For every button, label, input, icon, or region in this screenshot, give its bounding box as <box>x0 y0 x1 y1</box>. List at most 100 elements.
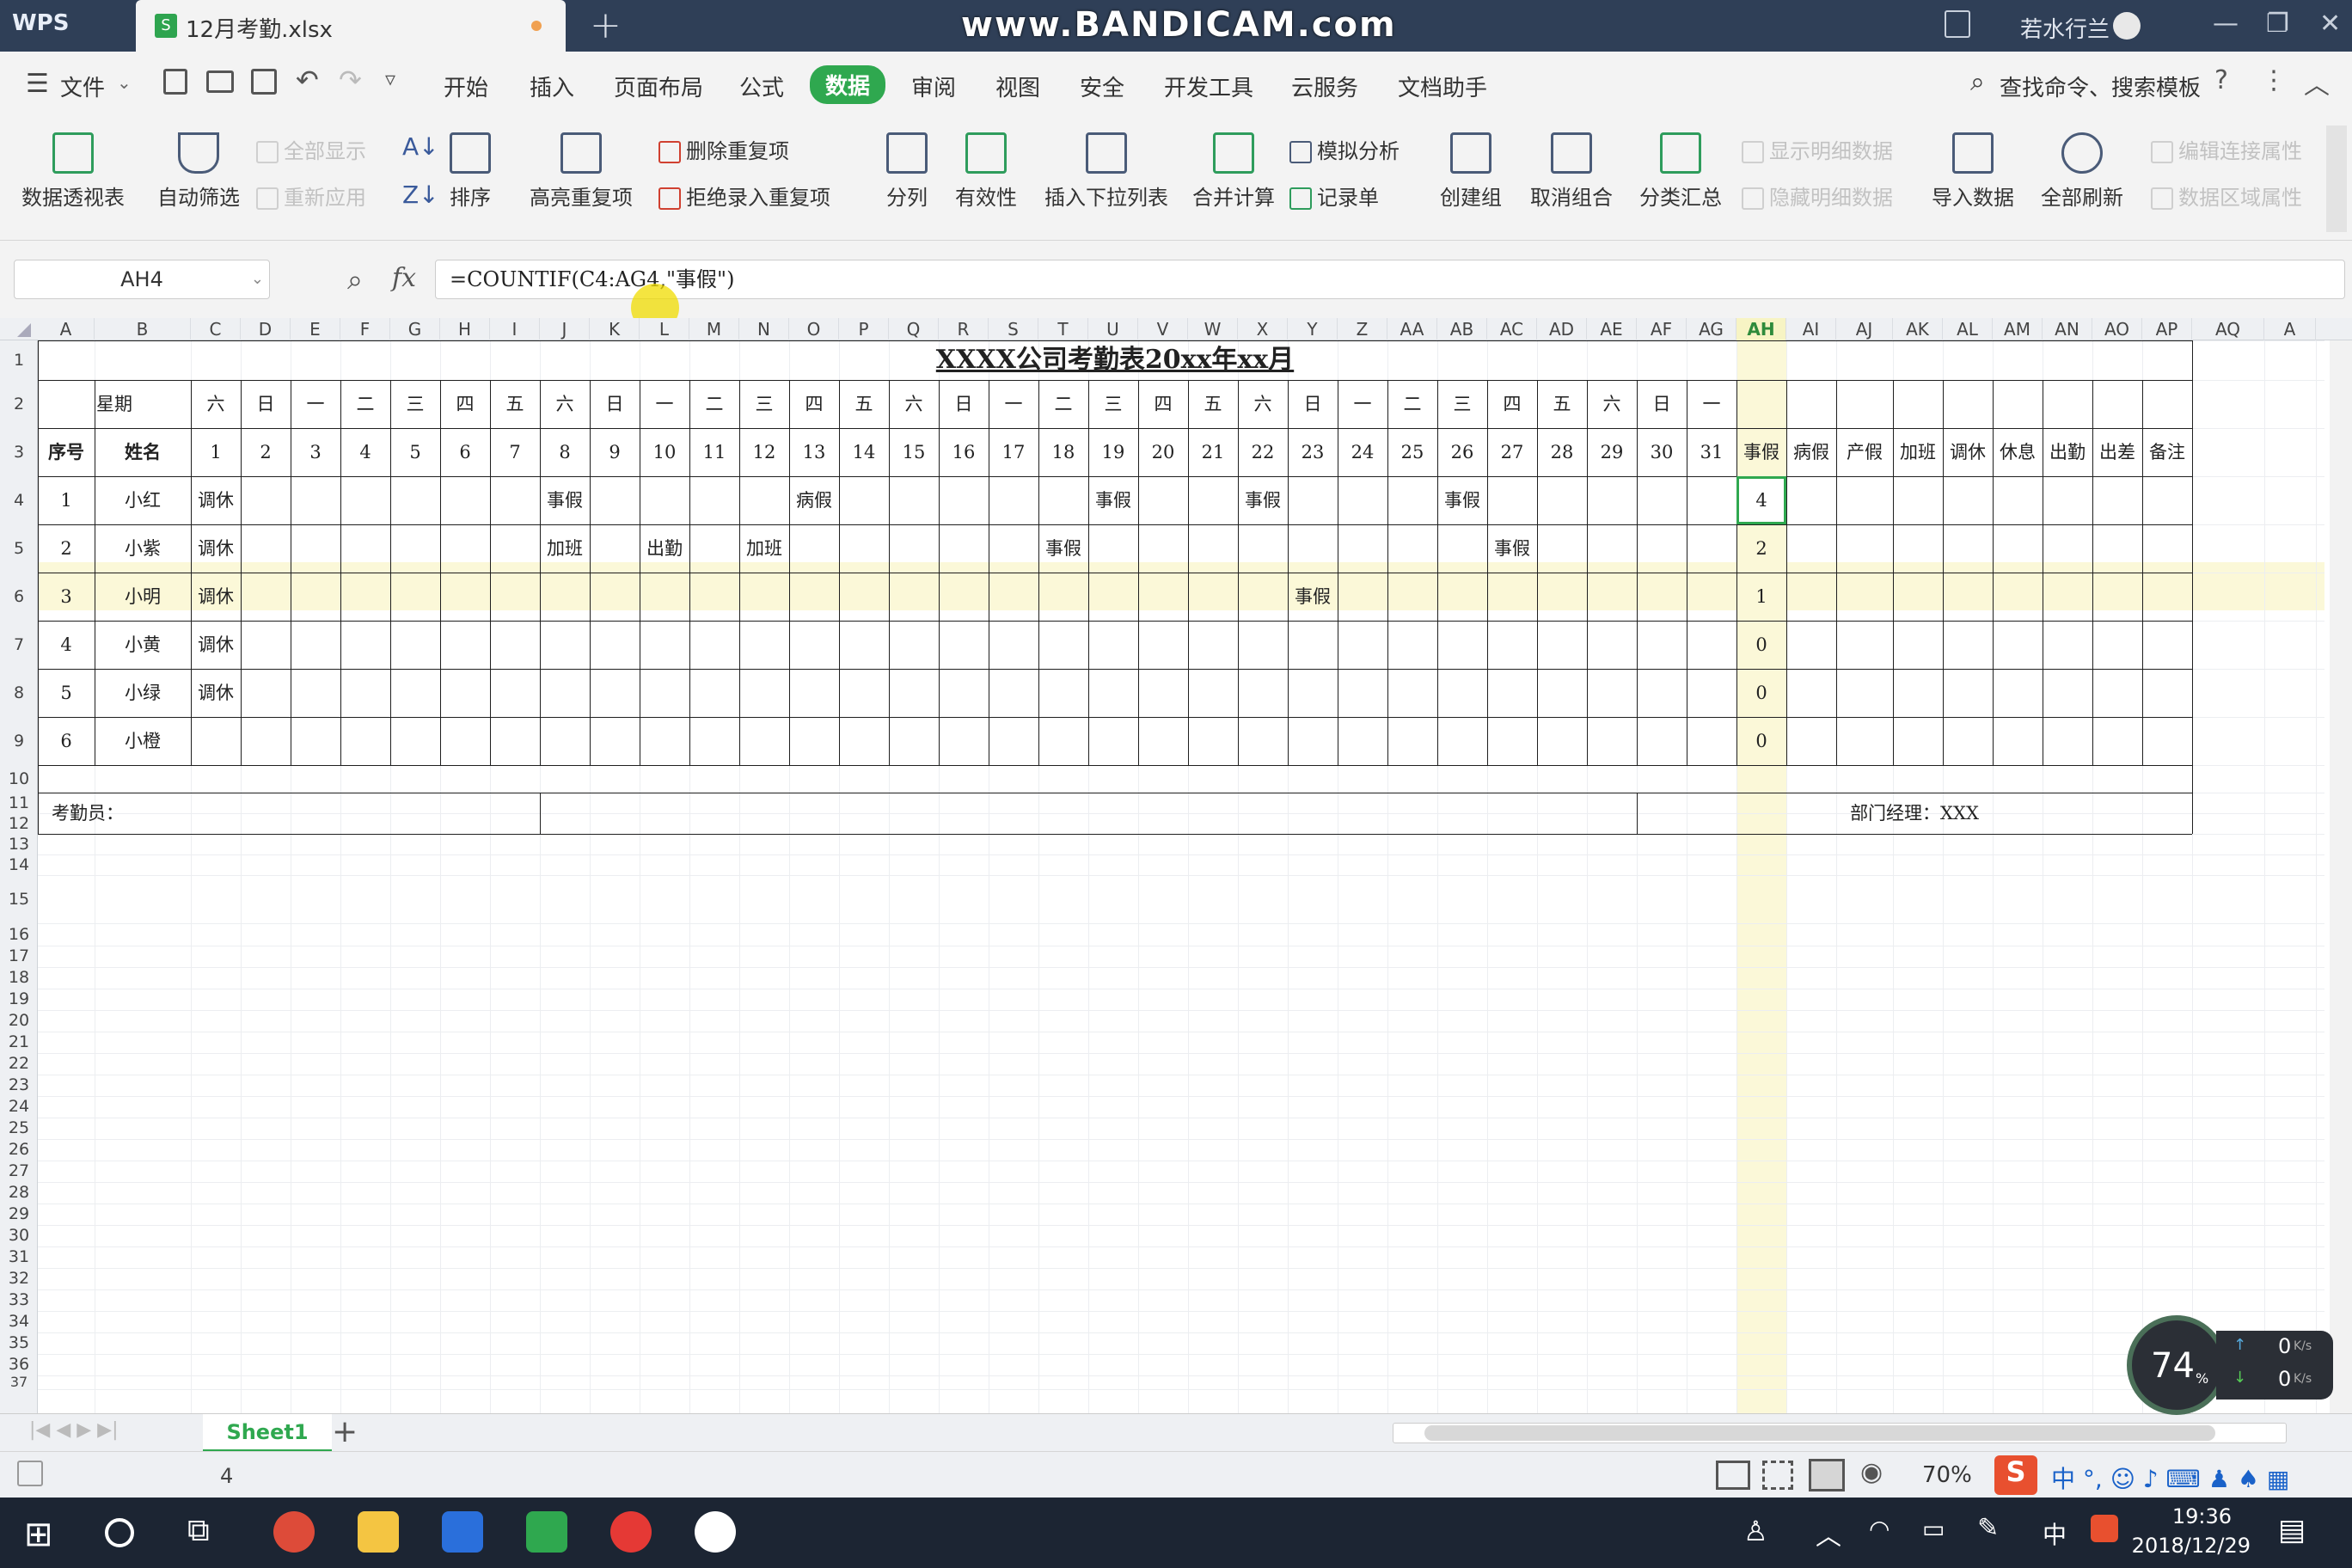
attendance-mark[interactable]: 事假 <box>1238 476 1288 524</box>
menu-security[interactable]: 安全 <box>1080 70 1124 102</box>
close-icon[interactable]: ✕ <box>2319 9 2341 39</box>
netease-music-icon[interactable] <box>610 1511 652 1553</box>
battery-icon[interactable]: ▭ <box>1922 1515 1945 1543</box>
column-header-l[interactable]: L <box>640 318 689 340</box>
weekday-cell[interactable]: 四 <box>1487 380 1537 428</box>
zoom-level[interactable]: 70% <box>1922 1462 1972 1488</box>
record-form-button[interactable]: 记录单 <box>1289 181 1379 211</box>
menu-formula[interactable]: 公式 <box>739 70 784 102</box>
row-header-20[interactable]: 20 <box>0 1010 38 1032</box>
person-no[interactable]: 4 <box>38 621 95 669</box>
row-header-27[interactable]: 27 <box>0 1161 38 1182</box>
reject-duplicates-button[interactable]: 拒绝录入重复项 <box>658 181 830 211</box>
column-header-am[interactable]: AM <box>1993 318 2043 340</box>
name-box[interactable]: AH4 ⌄ <box>14 260 270 299</box>
wps-logo[interactable]: WPS <box>12 10 69 36</box>
wps-writer-icon[interactable] <box>442 1511 483 1553</box>
redo-icon[interactable]: ↷ <box>339 64 362 96</box>
row-header-36[interactable]: 36 <box>0 1354 38 1375</box>
bandicam-record-icon[interactable] <box>695 1511 736 1553</box>
weekday-cell[interactable]: 三 <box>1437 380 1487 428</box>
column-header-q[interactable]: Q <box>889 318 939 340</box>
row-header-2[interactable]: 2 <box>0 380 38 428</box>
chevron-down-icon[interactable]: ⌄ <box>117 72 132 93</box>
weekday-cell[interactable]: 一 <box>1338 380 1387 428</box>
row-header-24[interactable]: 24 <box>0 1096 38 1118</box>
day-header[interactable]: 8 <box>540 428 590 476</box>
person-name[interactable]: 小明 <box>95 573 191 621</box>
column-header-d[interactable]: D <box>241 318 291 340</box>
attendance-mark[interactable]: 加班 <box>540 524 590 573</box>
attendance-mark[interactable]: 调休 <box>191 476 241 524</box>
save-icon[interactable] <box>163 69 187 95</box>
weekday-cell[interactable]: 五 <box>490 380 540 428</box>
autofilter-button[interactable]: 自动筛选 <box>151 132 246 211</box>
attendance-mark[interactable]: 事假 <box>1038 524 1088 573</box>
clock-date[interactable]: 2018/12/29 <box>2130 1534 2251 1558</box>
leave-count[interactable]: 2 <box>1736 524 1786 573</box>
column-header-ab[interactable]: AB <box>1437 318 1487 340</box>
sort-button[interactable]: 排序 <box>440 132 500 211</box>
weekday-cell[interactable]: 一 <box>1687 380 1736 428</box>
day-header[interactable]: 15 <box>889 428 939 476</box>
attendance-mark[interactable]: 病假 <box>789 476 839 524</box>
column-header-t[interactable]: T <box>1038 318 1088 340</box>
day-header[interactable]: 16 <box>939 428 989 476</box>
row-header-21[interactable]: 21 <box>0 1032 38 1053</box>
day-header[interactable]: 25 <box>1387 428 1437 476</box>
menu-data[interactable]: 数据 <box>810 65 886 104</box>
person-name[interactable]: 小紫 <box>95 524 191 573</box>
column-header-ai[interactable]: AI <box>1786 318 1836 340</box>
select-all-corner[interactable] <box>17 323 31 337</box>
ime-toolbar-icons[interactable]: 中 °, ☺ ♪ ⌨ ♟ ♠ ▦ <box>2051 1461 2289 1495</box>
weekday-cell[interactable]: 五 <box>839 380 889 428</box>
person-name[interactable]: 小红 <box>95 476 191 524</box>
column-header-ac[interactable]: AC <box>1487 318 1537 340</box>
split-column-button[interactable]: 分列 <box>877 132 937 211</box>
row-header-1[interactable]: 1 <box>0 340 38 380</box>
leave-count[interactable]: 0 <box>1736 669 1786 717</box>
row-header-31[interactable]: 31 <box>0 1246 38 1268</box>
weekday-cell[interactable]: 一 <box>989 380 1038 428</box>
day-header[interactable]: 24 <box>1338 428 1387 476</box>
avatar[interactable] <box>2113 12 2141 40</box>
day-header[interactable]: 27 <box>1487 428 1537 476</box>
weekday-cell[interactable]: 日 <box>1288 380 1338 428</box>
notification-icon[interactable]: ▤ <box>2278 1513 2306 1547</box>
page-break-view-icon[interactable] <box>1762 1461 1793 1490</box>
row-header-5[interactable]: 5 <box>0 524 38 573</box>
windows-start-icon[interactable]: ⊞ <box>24 1515 53 1554</box>
people-icon[interactable]: ♙ <box>1743 1515 1768 1547</box>
chrome-icon[interactable] <box>273 1511 315 1553</box>
row-header-13[interactable]: 13 <box>0 834 38 854</box>
menu-doc-assistant[interactable]: 文档助手 <box>1398 70 1487 102</box>
weekday-cell[interactable]: 一 <box>291 380 340 428</box>
day-header[interactable]: 13 <box>789 428 839 476</box>
day-header[interactable]: 20 <box>1138 428 1188 476</box>
leave-count[interactable]: 0 <box>1736 717 1786 765</box>
day-header[interactable]: 1 <box>191 428 241 476</box>
summary-header[interactable]: 备注 <box>2142 428 2192 476</box>
column-header-w[interactable]: W <box>1188 318 1238 340</box>
vertical-scrollbar[interactable] <box>2330 340 2352 1413</box>
fx-icon[interactable]: fx <box>392 263 416 293</box>
weekday-cell[interactable]: 一 <box>640 380 689 428</box>
column-header-ae[interactable]: AE <box>1587 318 1637 340</box>
person-no[interactable]: 1 <box>38 476 95 524</box>
attendance-mark[interactable]: 调休 <box>191 524 241 573</box>
summary-header[interactable]: 事假 <box>1736 428 1786 476</box>
more-icon[interactable]: ⋮ <box>2261 65 2287 95</box>
clock-time[interactable]: 19:36 <box>2159 1504 2232 1528</box>
attendance-mark[interactable]: 事假 <box>1487 524 1537 573</box>
row-header-28[interactable]: 28 <box>0 1182 38 1204</box>
column-header-i[interactable]: I <box>490 318 540 340</box>
row-header-3[interactable]: 3 <box>0 428 38 476</box>
column-header-ah[interactable]: AH <box>1736 318 1786 340</box>
weekday-cell[interactable]: 二 <box>689 380 739 428</box>
weekday-cell[interactable]: 三 <box>1088 380 1138 428</box>
weekday-cell[interactable]: 二 <box>340 380 390 428</box>
summary-header[interactable]: 出勤 <box>2043 428 2092 476</box>
attendance-mark[interactable]: 事假 <box>1288 573 1338 621</box>
day-header[interactable]: 2 <box>241 428 291 476</box>
sort-ascending-icon[interactable]: A↓ <box>402 132 439 161</box>
